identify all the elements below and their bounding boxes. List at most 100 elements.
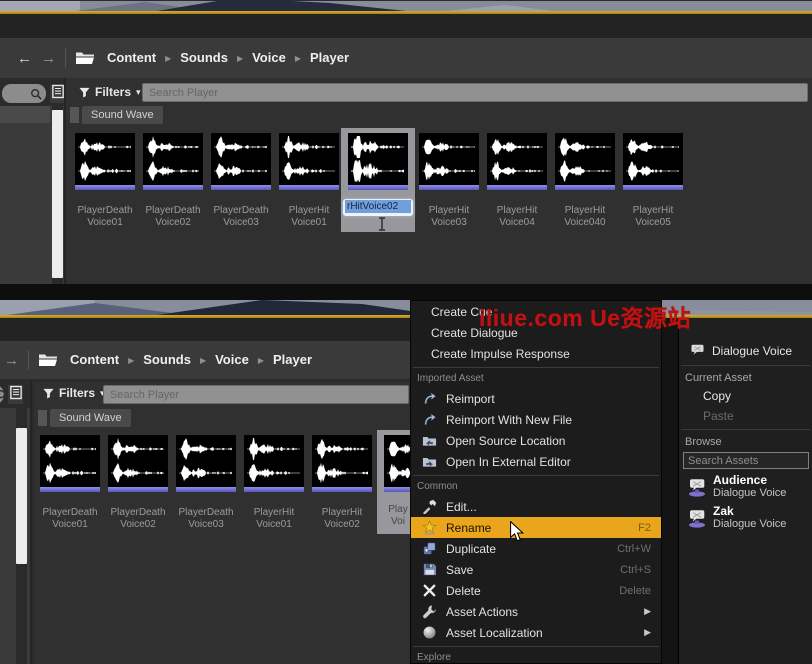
breadcrumb: Content▶Sounds▶Voice▶Player — [70, 351, 312, 369]
asset-type-color-bar — [312, 487, 372, 492]
sources-tree-selected-row[interactable] — [0, 106, 50, 123]
menu-item-open-in-external-editor[interactable]: Open In External Editor — [411, 451, 661, 472]
asset-label: PlayerDeathVoice02 — [135, 205, 211, 229]
picker-asset-zak[interactable]: ZakDialogue Voice — [679, 502, 812, 533]
menu-item-asset-localization[interactable]: Asset Localization ▶ — [411, 622, 661, 643]
text-ibeam-cursor — [378, 217, 386, 231]
breadcrumb-item-content[interactable]: Content — [70, 352, 119, 367]
asset-tile[interactable]: PlayerHitVoice01 — [244, 435, 304, 492]
asset-tile[interactable]: PlayerDeathVoice03 — [211, 133, 271, 190]
menu-item-reimport-with-new-file[interactable]: Reimport With New File — [411, 409, 661, 430]
menu-item-save[interactable]: Save Ctrl+S — [411, 559, 661, 580]
forward-button[interactable]: → — [4, 352, 19, 369]
filters-label: Filters — [59, 386, 95, 400]
sound-wave-thumbnail — [555, 133, 615, 185]
submenu-arrow-icon: ▶ — [644, 606, 651, 617]
globe-icon — [421, 625, 438, 641]
picker-type-label: Dialogue Voice — [712, 344, 792, 358]
asset-tile[interactable]: PlayerHitVoice03 — [419, 133, 479, 190]
asset-tile[interactable]: PlayerHitVoice04 — [487, 133, 547, 190]
sources-panel-toggle[interactable] — [50, 84, 65, 103]
back-button[interactable]: ← — [17, 50, 32, 67]
menu-item-edit[interactable]: Edit... — [411, 496, 661, 517]
asset-tile-renaming[interactable]: rHitVoice02 — [341, 128, 415, 232]
magnifier-icon — [30, 87, 42, 105]
sources-search-input[interactable] — [2, 84, 46, 103]
menu-item-label: Asset Localization — [446, 626, 543, 640]
asset-type-color-bar — [623, 185, 683, 190]
copy-menu-item[interactable]: Copy — [679, 386, 812, 406]
breadcrumb-item-sounds[interactable]: Sounds — [180, 50, 228, 65]
asset-label: PlayerHitVoice01 — [271, 205, 347, 229]
sound-wave-thumbnail — [40, 435, 100, 487]
asset-label: PlayerHitVoice040 — [547, 205, 623, 229]
menu-item-delete[interactable]: DeleteDelete — [411, 580, 661, 601]
mouse-cursor — [510, 521, 524, 542]
asset-tile[interactable]: PlayerHitVoice05 — [623, 133, 683, 190]
asset-tile[interactable]: PlayerDeathVoice01 — [40, 435, 100, 492]
divider — [681, 365, 810, 366]
menu-shadow-gap — [662, 318, 678, 664]
menu-shortcut: F2 — [638, 522, 651, 534]
asset-tile[interactable]: PlayerHitVoice01 — [279, 133, 339, 190]
toolbar-strip — [0, 14, 812, 38]
filter-chip-sound-wave[interactable]: Sound Wave — [82, 106, 163, 124]
breadcrumb: Content▶Sounds▶Voice▶Player — [107, 49, 349, 67]
asset-label: PlayerDeathVoice01 — [67, 205, 143, 229]
breadcrumb-item-sounds[interactable]: Sounds — [143, 352, 191, 367]
asset-type-color-bar — [244, 487, 304, 492]
picker-asset-audience[interactable]: AudienceDialogue Voice — [679, 471, 812, 502]
sound-wave-thumbnail — [108, 435, 168, 487]
asset-picker-list: AudienceDialogue VoiceZakDialogue Voice — [679, 471, 812, 533]
dialogue-voice-icon — [687, 477, 707, 497]
menu-item-label: Open In External Editor — [446, 455, 571, 469]
menu-item-label: Create Impulse Response — [431, 347, 570, 361]
watermark: iliue.com Ue资源站 — [479, 299, 691, 333]
asset-tile[interactable]: PlayerDeathVoice01 — [75, 133, 135, 190]
asset-tile[interactable]: PlayerDeathVoice02 — [143, 133, 203, 190]
asset-label: PlayerHitVoice04 — [479, 205, 555, 229]
menu-item-rename[interactable]: Rename F2 — [411, 517, 661, 538]
current-asset-section-label: Current Asset — [679, 369, 812, 386]
asset-tile[interactable]: PlayerDeathVoice03 — [176, 435, 236, 492]
unreal-editor-content-browser: ← → Content▶Sounds▶Voice▶Player — [0, 0, 812, 664]
submenu-arrow-icon: ▶ — [644, 627, 651, 638]
menu-item-label: Rename — [446, 521, 491, 535]
asset-tile[interactable]: PlayerDeathVoice02 — [108, 435, 168, 492]
rename-input[interactable]: rHitVoice02 — [343, 199, 413, 216]
menu-item-create-impulse-response[interactable]: Create Impulse Response — [411, 343, 661, 364]
asset-grid: PlayerDeathVoice01PlayerDeathVoice02Play… — [0, 128, 812, 238]
asset-label: PlayerDeathVoice03 — [203, 205, 279, 229]
breadcrumb-item-content[interactable]: Content — [107, 50, 156, 65]
search-player-input[interactable] — [142, 83, 808, 102]
menu-item-reimport[interactable]: Reimport — [411, 388, 661, 409]
menu-shortcut: Ctrl+S — [620, 564, 651, 576]
asset-tile[interactable]: PlayerHitVoice040 — [555, 133, 615, 190]
screenshot-separator — [0, 284, 812, 300]
filters-button[interactable]: Filters ▾ — [43, 386, 105, 400]
sources-panel-toggle[interactable] — [8, 385, 23, 404]
asset-tile[interactable]: PlayerHitVoice02 — [312, 435, 372, 492]
breadcrumb-item-player[interactable]: Player — [310, 50, 349, 65]
menu-item-open-source-location[interactable]: Open Source Location — [411, 430, 661, 451]
menu-item-label: Save — [446, 563, 473, 577]
breadcrumb-item-voice[interactable]: Voice — [252, 50, 286, 65]
filters-button[interactable]: Filters ▾ — [79, 85, 141, 99]
forward-button[interactable]: → — [41, 50, 56, 67]
breadcrumb-item-voice[interactable]: Voice — [215, 352, 249, 367]
asset-label: PlayerDeathVoice02 — [100, 507, 176, 531]
search-assets-input[interactable] — [683, 452, 809, 469]
breadcrumb-item-player[interactable]: Player — [273, 352, 312, 367]
search-player-input[interactable] — [103, 385, 409, 404]
paste-menu-item[interactable]: Paste — [679, 406, 812, 426]
list-view-icon — [52, 84, 64, 104]
asset-type-color-bar — [143, 185, 203, 190]
filter-chip-sound-wave[interactable]: Sound Wave — [50, 409, 131, 427]
breadcrumb-separator-icon: ▶ — [200, 356, 206, 365]
asset-label: PlayerHitVoice02 — [304, 507, 380, 531]
sound-wave-thumbnail — [312, 435, 372, 487]
menu-item-duplicate[interactable]: DuplicateCtrl+W — [411, 538, 661, 559]
rename-selected-text: rHitVoice02 — [345, 200, 411, 213]
sound-wave-thumbnail — [419, 133, 479, 185]
menu-item-asset-actions[interactable]: Asset Actions▶ — [411, 601, 661, 622]
